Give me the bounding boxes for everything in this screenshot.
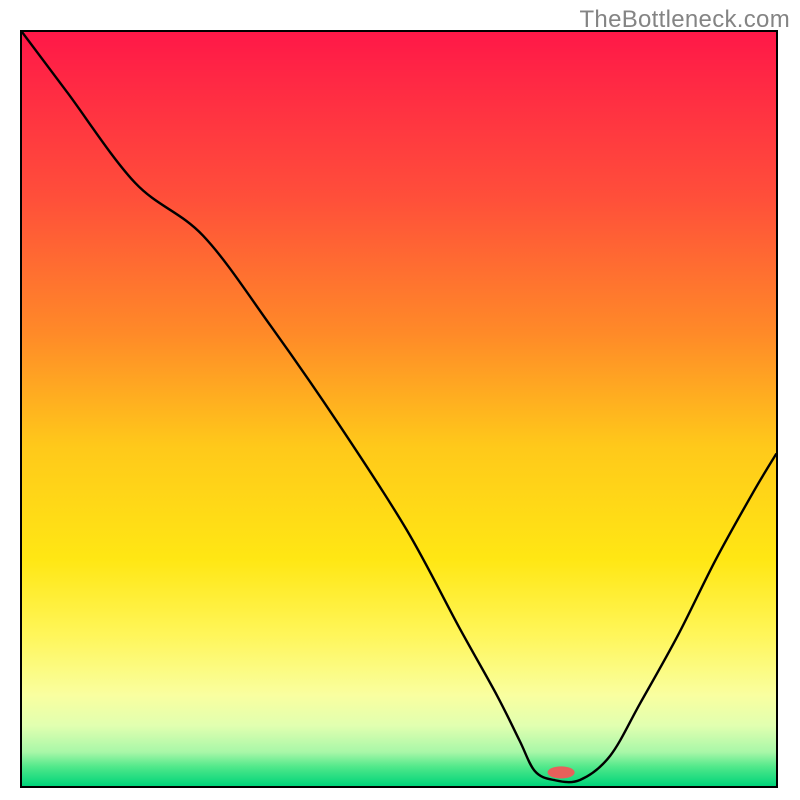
gradient-plot bbox=[22, 32, 776, 786]
plot-frame bbox=[20, 30, 778, 788]
gradient-background bbox=[22, 32, 776, 786]
figure-container: TheBottleneck.com bbox=[0, 0, 800, 800]
minimum-marker bbox=[548, 766, 575, 778]
